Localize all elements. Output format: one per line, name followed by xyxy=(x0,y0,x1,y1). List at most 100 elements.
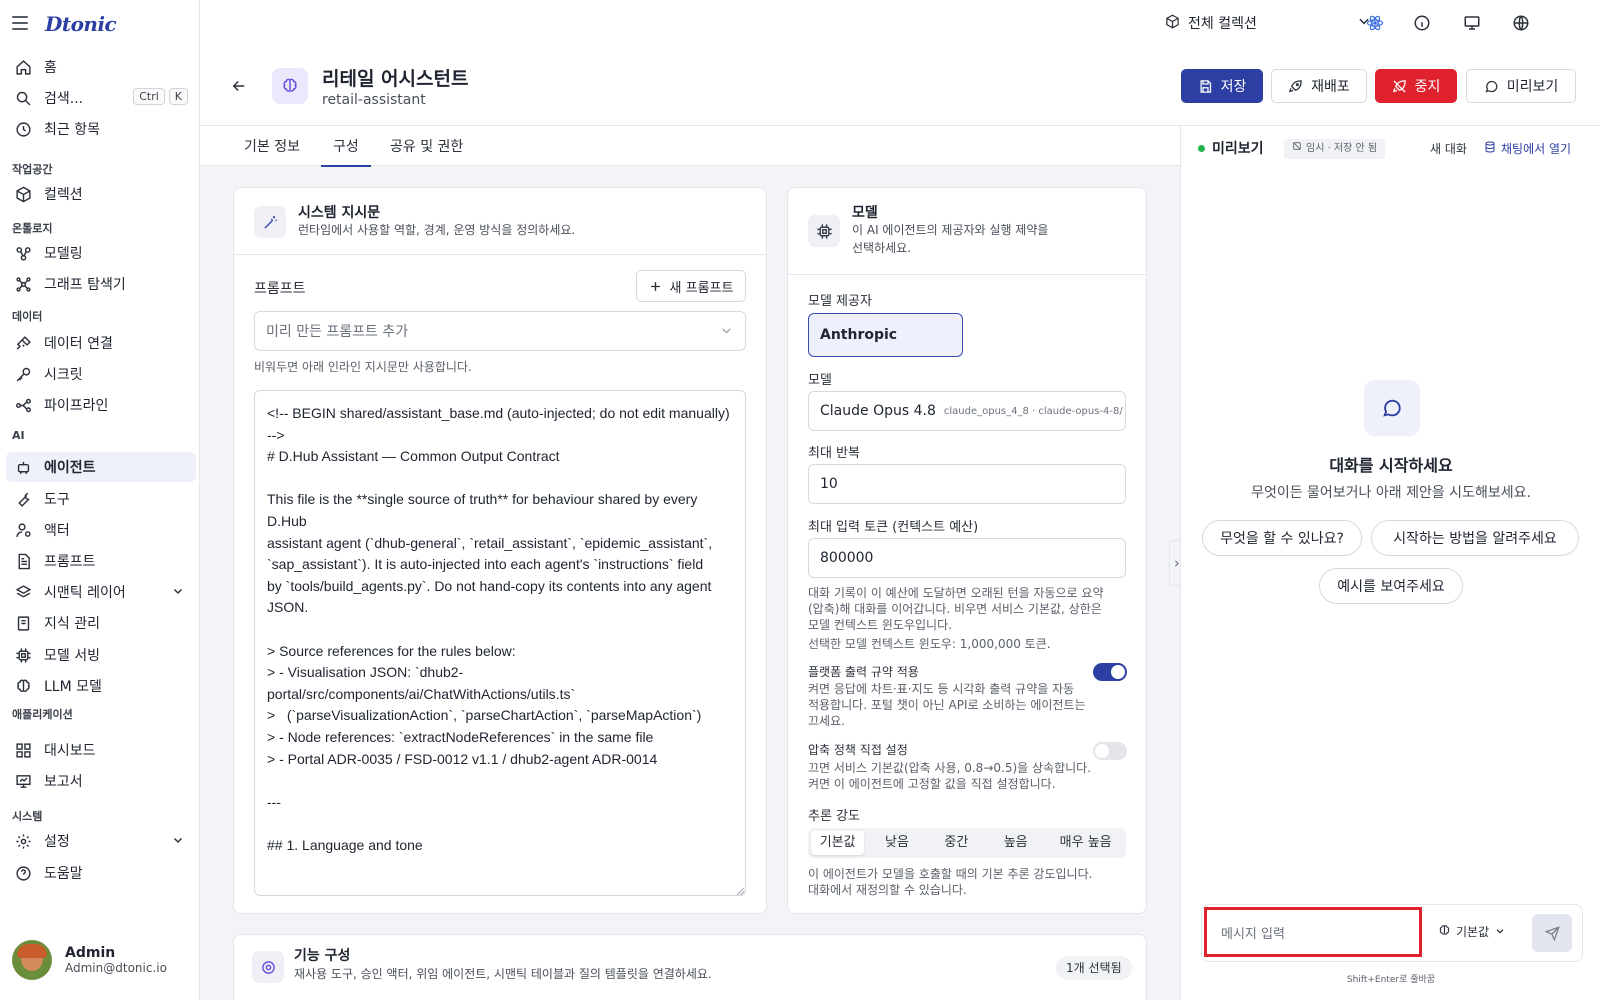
shortcut-key: Ctrl xyxy=(133,88,165,105)
sidebar-item-knowledge[interactable]: 지식 관리 xyxy=(6,609,196,637)
reasoning-option-very-high[interactable]: 매우 높음 xyxy=(1048,831,1123,855)
sidebar-item-llm-models[interactable]: LLM 모델 xyxy=(6,672,196,700)
back-arrow-icon[interactable] xyxy=(230,77,248,99)
suggestion-chip[interactable]: 예시를 보여주세요 xyxy=(1319,568,1463,604)
provider-option-anthropic[interactable]: Anthropic xyxy=(808,313,963,357)
preview-button[interactable]: 미리보기 xyxy=(1466,69,1576,103)
preview-panel: 미리보기 임시 · 저장 안 됨 새 대화 채팅에서 열기 대화를 시작하세요 … xyxy=(1180,126,1600,1000)
context-window-text: 선택한 모델 컨텍스트 윈도우: 1,000,000 토큰. xyxy=(808,637,1051,651)
new-prompt-button[interactable]: 새 프롬프트 xyxy=(636,270,746,302)
new-chat-button[interactable]: 새 대화 xyxy=(1430,140,1467,157)
sidebar-item-label: 모델링 xyxy=(44,246,83,262)
dashboard-icon xyxy=(14,741,32,759)
platform-help-text: 적용합니다. 포털 챗이 아닌 API로 소비하는 에이전트는 xyxy=(808,698,1086,712)
tab-sharing[interactable]: 공유 및 권한 xyxy=(390,136,463,165)
stop-label: 중지 xyxy=(1414,79,1441,95)
sidebar-item-pipeline[interactable]: 파이프라인 xyxy=(6,391,196,419)
plug-icon xyxy=(14,334,32,352)
sidebar-item-agents[interactable]: 에이전트 xyxy=(6,452,196,482)
instructions-textarea[interactable]: <!-- BEGIN shared/assistant_base.md (aut… xyxy=(254,390,746,896)
sidebar-item-secrets[interactable]: 시크릿 xyxy=(6,360,196,388)
sidebar-item-home[interactable]: 홈 xyxy=(6,53,196,81)
sidebar-item-collection[interactable]: 컬렉션 xyxy=(6,180,196,208)
card-description: 선택하세요. xyxy=(852,241,912,255)
max-iterations-label: 최대 반복 xyxy=(808,446,860,461)
suggestion-chip[interactable]: 무엇을 할 수 있나요? xyxy=(1202,520,1362,556)
card-title: 시스템 지시문 xyxy=(298,205,381,221)
gear-icon xyxy=(14,832,32,850)
user-name: Admin xyxy=(65,945,116,961)
status-dot xyxy=(1198,145,1205,152)
send-button[interactable] xyxy=(1532,914,1572,952)
model-name: Claude Opus 4.8 xyxy=(820,403,936,419)
select-placeholder: 미리 만든 프롬프트 추가 xyxy=(266,324,409,340)
chevron-down-icon[interactable] xyxy=(172,585,184,601)
section-label: 온톨로지 xyxy=(12,222,53,235)
sidebar-item-label: 대시보드 xyxy=(44,743,96,759)
sidebar-item-recent[interactable]: 최근 항목 xyxy=(6,115,196,143)
model-label: 모델 xyxy=(808,373,832,388)
sidebar-item-help[interactable]: 도움말 xyxy=(6,859,196,887)
save-button[interactable]: 저장 xyxy=(1181,69,1263,103)
monitor-icon[interactable] xyxy=(1463,14,1481,36)
redeploy-label: 재배포 xyxy=(1311,79,1350,95)
sidebar-item-actors[interactable]: 액터 xyxy=(6,516,196,544)
sidebar-item-tools[interactable]: 도구 xyxy=(6,485,196,513)
sidebar-item-semantic-layer[interactable]: 시맨틱 레이어 xyxy=(6,578,196,606)
effort-selector[interactable]: 기본값 xyxy=(1438,923,1505,940)
message-input[interactable]: 메시지 입력 xyxy=(1204,907,1422,957)
clock-icon xyxy=(14,120,32,138)
sidebar-item-data-connection[interactable]: 데이터 연결 xyxy=(6,329,196,357)
plus-icon xyxy=(650,281,660,291)
compression-toggle[interactable] xyxy=(1093,742,1127,760)
stop-button[interactable]: 중지 xyxy=(1375,69,1457,103)
sidebar-item-reports[interactable]: 보고서 xyxy=(6,767,196,795)
globe-icon[interactable] xyxy=(1512,14,1530,36)
sidebar-item-graph-explorer[interactable]: 그래프 탐색기 xyxy=(6,270,196,298)
sidebar-item-label: 보고서 xyxy=(44,774,83,790)
max-iterations-input[interactable]: 10 xyxy=(808,464,1126,504)
reasoning-option-medium[interactable]: 중간 xyxy=(930,831,983,855)
presentation-icon xyxy=(14,772,32,790)
sidebar-item-label: 액터 xyxy=(44,523,70,539)
effort-label: 기본값 xyxy=(1456,925,1490,939)
message-icon xyxy=(1485,80,1498,92)
chip-icon xyxy=(808,215,840,247)
reasoning-option-default[interactable]: 기본값 xyxy=(811,831,865,855)
sidebar-item-prompts[interactable]: 프롬프트 xyxy=(6,547,196,575)
sidebar-item-dashboard[interactable]: 대시보드 xyxy=(6,736,196,764)
app-logo[interactable]: Dtonic xyxy=(45,12,117,36)
chat-bubble-icon xyxy=(1364,380,1420,436)
sidebar-item-search[interactable]: 검색... Ctrl K xyxy=(6,84,196,112)
sidebar-item-model-serving[interactable]: 모델 서빙 xyxy=(6,641,196,669)
redeploy-button[interactable]: 재배포 xyxy=(1271,69,1367,103)
section-label: 작업공간 xyxy=(12,163,53,176)
sidebar-item-modeling[interactable]: 모델링 xyxy=(6,239,196,267)
max-tokens-input[interactable]: 800000 xyxy=(808,538,1126,578)
cube-icon xyxy=(1165,14,1180,33)
tab-configuration[interactable]: 구성 xyxy=(321,136,371,167)
info-icon[interactable] xyxy=(1413,14,1431,36)
divider xyxy=(234,254,766,255)
suggestion-chip[interactable]: 시작하는 방법을 알려주세요 xyxy=(1371,520,1579,556)
preset-prompt-select[interactable]: 미리 만든 프롬프트 추가 xyxy=(254,311,746,351)
resize-handle-icon[interactable] xyxy=(736,884,745,900)
reasoning-option-high[interactable]: 높음 xyxy=(989,831,1042,855)
platform-contract-toggle[interactable] xyxy=(1093,663,1127,681)
tab-basic-info[interactable]: 기본 정보 xyxy=(244,136,300,165)
collection-selector[interactable]: 전체 컬렉션 xyxy=(1165,13,1371,33)
model-select[interactable]: Claude Opus 4.8 claude_opus_4_8 · claude… xyxy=(808,391,1126,431)
agent-slug: retail-assistant xyxy=(322,92,426,108)
reasoning-option-low[interactable]: 낮음 xyxy=(870,831,923,855)
composer-hint: Shift+Enter로 줄바꿈 xyxy=(1346,975,1436,985)
sidebar-item-settings[interactable]: 설정 xyxy=(6,827,196,855)
user-profile[interactable]: Admin Admin@dtonic.io xyxy=(12,940,167,980)
magic-wand-icon xyxy=(254,206,286,238)
menu-icon[interactable] xyxy=(12,16,28,30)
page-title: 리테일 어시스턴트 xyxy=(322,68,469,90)
open-in-chat-link[interactable]: 채팅에서 열기 xyxy=(1484,140,1571,157)
chevron-down-icon[interactable] xyxy=(172,834,184,850)
sidebar-item-label: 모델 서빙 xyxy=(44,648,100,664)
sidebar-item-label: 도움말 xyxy=(44,866,83,882)
react-icon[interactable] xyxy=(1366,14,1384,36)
